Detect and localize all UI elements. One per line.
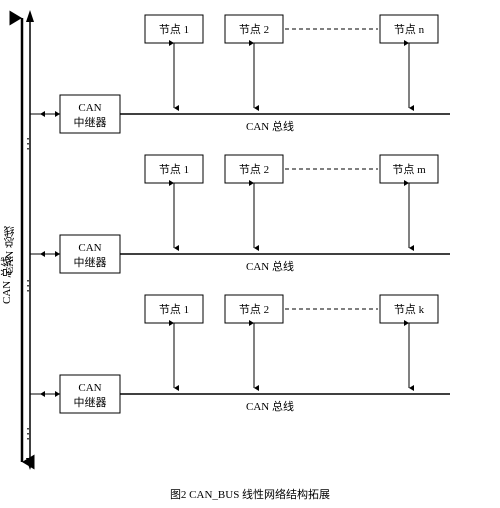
figure-caption: 图2 CAN_BUS 线性网络结构拓展 [0, 486, 500, 502]
svg-text:节点 1: 节点 1 [159, 23, 189, 36]
svg-text:CAN: CAN [78, 242, 101, 254]
svg-text:节点 1: 节点 1 [159, 163, 189, 176]
svg-text:节点 2: 节点 2 [239, 303, 269, 316]
svg-text:⋮: ⋮ [21, 427, 35, 442]
svg-text:中继器: 中继器 [74, 256, 107, 269]
svg-text:⋮: ⋮ [21, 279, 35, 294]
svg-text:中继器: 中继器 [74, 116, 107, 129]
diagram-container: CAN 总线 CAN 总线 节点 1 节点 2 节点 n CAN 中继器 [0, 0, 500, 508]
svg-text:CAN: CAN [78, 102, 101, 114]
svg-text:节点 n: 节点 n [394, 23, 425, 36]
svg-text:CAN 总线: CAN 总线 [246, 259, 294, 273]
svg-text:CAN 总线: CAN 总线 [0, 256, 13, 304]
svg-text:CAN 总线: CAN 总线 [246, 399, 294, 413]
svg-text:节点 2: 节点 2 [239, 23, 269, 36]
svg-text:节点 2: 节点 2 [239, 163, 269, 176]
network-diagram: CAN 总线 CAN 总线 节点 1 节点 2 节点 n CAN 中继器 [0, 0, 500, 490]
svg-text:节点 m: 节点 m [392, 163, 426, 176]
svg-text:中继器: 中继器 [74, 396, 107, 409]
svg-text:节点 1: 节点 1 [159, 303, 189, 316]
svg-text:节点 k: 节点 k [394, 303, 425, 316]
svg-text:CAN: CAN [78, 382, 101, 394]
svg-text:CAN 总线: CAN 总线 [246, 119, 294, 133]
svg-text:⋮: ⋮ [21, 137, 35, 152]
